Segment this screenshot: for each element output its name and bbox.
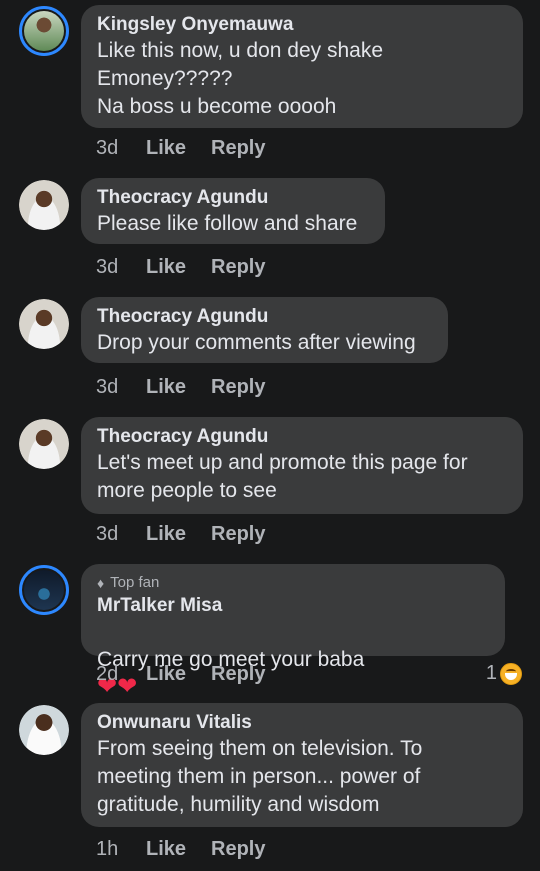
comment-bubble: Theocracy Agundu Please like follow and … — [81, 178, 385, 244]
comment-bubble: Theocracy Agundu Let's meet up and promo… — [81, 417, 523, 514]
timestamp[interactable]: 3d — [96, 523, 146, 546]
top-fan-badge: ♦ Top fan — [97, 574, 489, 592]
timestamp[interactable]: 1h — [96, 838, 146, 861]
haha-reaction-icon — [500, 662, 522, 685]
reply-button[interactable]: Reply — [211, 256, 265, 279]
comment-bubble: Kingsley Onyemauwa Like this now, u don … — [81, 5, 523, 128]
avatar[interactable] — [19, 565, 69, 615]
reply-button[interactable]: Reply — [211, 376, 265, 399]
comment-bubble: Onwunaru Vitalis From seeing them on tel… — [81, 703, 523, 827]
timestamp[interactable]: 3d — [96, 256, 146, 279]
comment-actions: 3d Like Reply — [96, 523, 265, 546]
reaction-count: 1 — [485, 662, 497, 684]
comment-text: Let's meet up and promote this page for … — [97, 451, 468, 502]
comment-text: Drop your comments after viewing — [97, 331, 416, 354]
comment-actions: 1h Like Reply — [96, 838, 265, 861]
commenter-name[interactable]: Onwunaru Vitalis — [97, 711, 507, 735]
comment-text: Please like follow and share — [97, 212, 358, 235]
comment-text: From seeing them on television. To meeti… — [97, 737, 423, 816]
like-button[interactable]: Like — [146, 523, 211, 546]
comment-actions: 3d Like Reply — [96, 376, 265, 399]
timestamp[interactable]: 2d — [96, 663, 146, 686]
commenter-name[interactable]: Theocracy Agundu — [97, 425, 507, 449]
comment-actions: 2d Like Reply — [96, 663, 265, 686]
reply-button[interactable]: Reply — [211, 838, 265, 861]
like-button[interactable]: Like — [146, 663, 211, 686]
avatar[interactable] — [19, 419, 69, 469]
reply-button[interactable]: Reply — [211, 523, 265, 546]
like-button[interactable]: Like — [146, 838, 211, 861]
comment-actions: 3d Like Reply — [96, 137, 265, 160]
like-button[interactable]: Like — [146, 137, 211, 160]
reaction-summary[interactable]: 1 — [486, 662, 522, 685]
like-button[interactable]: Like — [146, 376, 211, 399]
commenter-name[interactable]: MrTalker Misa — [97, 594, 489, 618]
badge-label: Top fan — [110, 574, 160, 591]
avatar[interactable] — [19, 180, 69, 230]
comment-bubble: ♦ Top fan MrTalker Misa Carry me go meet… — [81, 564, 505, 728]
reply-button[interactable]: Reply — [211, 137, 265, 160]
avatar[interactable] — [19, 6, 69, 56]
timestamp[interactable]: 3d — [96, 137, 146, 160]
comment-actions: 3d Like Reply — [96, 256, 265, 279]
avatar[interactable] — [19, 705, 69, 755]
timestamp[interactable]: 3d — [96, 376, 146, 399]
avatar[interactable] — [19, 299, 69, 349]
diamond-icon: ♦ — [97, 575, 105, 591]
comment-bubble: Theocracy Agundu Drop your comments afte… — [81, 297, 448, 363]
commenter-name[interactable]: Theocracy Agundu — [97, 305, 432, 329]
like-button[interactable]: Like — [146, 256, 211, 279]
comment-text: Like this now, u don dey shake Emoney???… — [97, 39, 384, 118]
reply-button[interactable]: Reply — [211, 663, 265, 686]
commenter-name[interactable]: Kingsley Onyemauwa — [97, 13, 507, 37]
commenter-name[interactable]: Theocracy Agundu — [97, 186, 369, 210]
